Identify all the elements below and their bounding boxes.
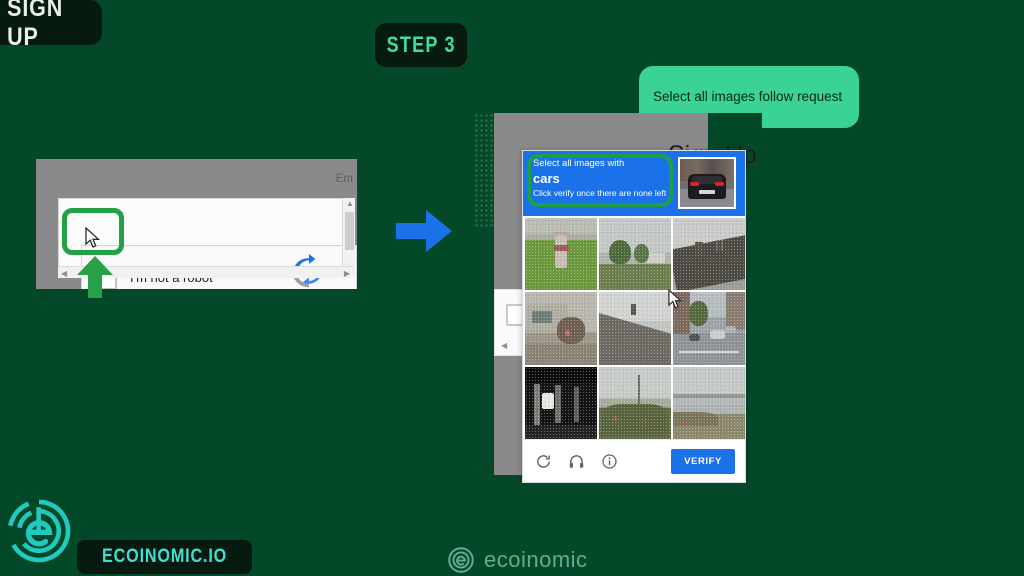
scene-part-floor — [525, 424, 597, 439]
scene-part-rf — [673, 234, 745, 291]
challenge-tile-8[interactable] — [599, 366, 671, 439]
vertical-scrollbar[interactable]: ▲ ▼ — [342, 198, 355, 276]
scene-part-tree3 — [688, 301, 708, 326]
challenge-tile-6[interactable] — [673, 292, 745, 365]
brand-badge-label: ECOINOMIC.IO — [102, 546, 228, 567]
challenge-tile-1[interactable] — [525, 218, 597, 291]
scene-part-rd1 — [683, 418, 689, 425]
challenge-tile-5[interactable] — [599, 292, 671, 365]
scene-part-ground — [525, 344, 597, 365]
scene-part-shrub — [556, 316, 586, 345]
challenge-image-grid[interactable] — [523, 216, 745, 441]
callout-text: Select all images follow request — [653, 88, 843, 104]
license-plate — [699, 189, 715, 194]
scene-part-t1 — [609, 239, 631, 265]
challenge-tile-4[interactable] — [525, 292, 597, 365]
scene-part-car1 — [710, 329, 725, 339]
scene-part-veg — [673, 411, 718, 426]
after-screenshot-panel: Sign Up @gme•••al)iscogree ◀ Select all … — [474, 113, 762, 483]
scene-part-car3 — [724, 325, 737, 333]
ecoinomic-e-logo — [7, 499, 71, 563]
scene-part-red2 — [643, 418, 648, 424]
scene-part-chim — [694, 241, 703, 257]
scene-part-pil1 — [533, 384, 541, 425]
challenge-footer: VERIFY — [523, 439, 745, 482]
watermark-text: ecoinomic — [484, 547, 588, 572]
mouse-cursor-icon — [668, 289, 683, 309]
scroll-right-icon[interactable]: ▶ — [344, 270, 350, 278]
scene-part-hy-body — [555, 235, 568, 268]
verify-button[interactable]: VERIFY — [671, 448, 735, 474]
scene-part-br — [726, 292, 745, 330]
scene-part-light — [542, 392, 554, 409]
headphones-icon[interactable] — [568, 453, 585, 470]
scene-part-rf2 — [599, 311, 671, 365]
scroll-left-icon[interactable]: ◀ — [61, 270, 67, 278]
scene-part-chim2 — [630, 303, 636, 315]
scene-part-t2 — [633, 244, 650, 263]
signup-badge: SIGN UP — [0, 0, 102, 51]
scene-part-far — [673, 394, 745, 399]
scene-part-pole2 — [720, 239, 723, 252]
challenge-tile-9[interactable] — [673, 366, 745, 439]
step-badge-label: STEP 3 — [386, 32, 456, 57]
challenge-tile-3[interactable] — [673, 218, 745, 291]
email-field-label: Em — [335, 173, 353, 185]
scene-part-road2 — [673, 334, 745, 365]
recaptcha-image-challenge-dialog[interactable]: Select all images with cars Click verify… — [522, 150, 746, 483]
watermark: ecoinomic — [447, 546, 588, 574]
scene-part-bush — [601, 404, 669, 437]
scene-part-pole1 — [716, 239, 719, 252]
car-rear-view-illustration — [680, 159, 734, 207]
transition-arrow-right-icon — [396, 210, 452, 252]
scene-part-pil3 — [573, 386, 579, 422]
brand-badge: ECOINOMIC.IO — [77, 540, 253, 574]
step-badge: STEP 3 — [375, 23, 467, 67]
scene-part-win2 — [532, 311, 553, 323]
scene-part-car2 — [688, 334, 701, 342]
scene-part-hy-band — [553, 245, 569, 251]
scene-part-house — [646, 252, 666, 263]
mouse-cursor-icon — [85, 227, 101, 248]
taillight-right — [715, 182, 724, 187]
decorative-dot-pattern — [474, 113, 494, 228]
prompt-highlight-annotation — [527, 154, 673, 207]
ecoinomic-e-logo-small — [448, 547, 474, 573]
challenge-example-image — [678, 157, 736, 209]
scene-part-lane — [678, 351, 740, 354]
pointer-arrow-up-icon — [77, 256, 113, 298]
challenge-tile-7[interactable] — [525, 366, 597, 439]
scene-part-flow — [564, 329, 571, 336]
scene-part-pil2 — [555, 385, 561, 424]
scene-part-pole3 — [637, 375, 640, 408]
taillight-left — [690, 182, 699, 187]
scroll-left-icon[interactable]: ◀ — [501, 342, 507, 350]
scene-part-ceil — [525, 366, 597, 385]
challenge-header: Select all images with cars Click verify… — [523, 151, 745, 216]
info-icon[interactable] — [601, 453, 618, 470]
challenge-tile-2[interactable] — [599, 218, 671, 291]
scroll-up-icon[interactable]: ▲ — [346, 200, 354, 208]
vertical-scrollbar-thumb[interactable] — [345, 212, 354, 250]
slide-canvas: SIGN UP STEP 3 Select all images follow … — [0, 0, 1024, 576]
reload-icon[interactable] — [535, 453, 552, 470]
signup-badge-label: SIGN UP — [7, 0, 64, 51]
